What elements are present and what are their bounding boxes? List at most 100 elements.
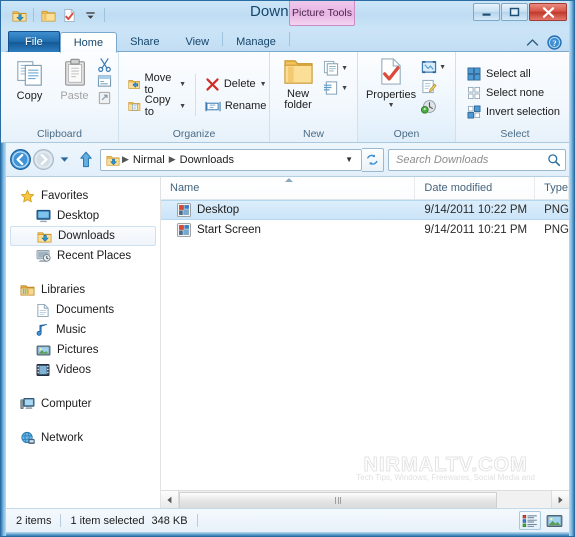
properties-label: Properties — [365, 89, 417, 101]
refresh-button[interactable] — [362, 147, 384, 172]
search-input[interactable]: Search Downloads — [396, 154, 547, 166]
delete-button[interactable]: Delete ▼ — [202, 73, 270, 95]
move-to-button[interactable]: Move to ▼ — [125, 72, 189, 96]
window-buttons — [473, 3, 567, 21]
column-headers: Name Date modified Type — [161, 177, 569, 200]
search-box[interactable]: Search Downloads — [388, 148, 566, 171]
sidebar-item-documents[interactable]: Documents — [6, 300, 160, 320]
easy-access-button[interactable]: ▼ — [320, 78, 351, 98]
close-button[interactable] — [529, 3, 567, 21]
paste-shortcut-button[interactable] — [97, 90, 112, 105]
paste-button[interactable]: Paste — [52, 55, 97, 102]
breadcrumb-separator-1[interactable]: ▶ — [121, 154, 130, 165]
window-bottom-edge — [1, 532, 574, 536]
edit-icon — [422, 79, 437, 94]
organize-divider — [195, 74, 196, 116]
large-icons-view-button[interactable] — [543, 511, 565, 530]
sidebar-item-recent-places[interactable]: Recent Places — [6, 246, 160, 266]
column-header-name-label: Name — [170, 182, 200, 194]
help-icon[interactable]: ? — [547, 35, 562, 50]
sidebar-item-pictures[interactable]: Pictures — [6, 340, 160, 360]
qat-properties-icon[interactable] — [60, 6, 78, 24]
file-list[interactable]: Desktop 9/14/2011 10:22 PM PNG Start Scr… — [161, 200, 569, 490]
tab-home[interactable]: Home — [59, 32, 118, 53]
view-buttons — [519, 511, 565, 530]
tab-view[interactable]: View — [172, 31, 222, 52]
properties-icon — [380, 58, 401, 85]
breadcrumb-downloads[interactable]: Downloads — [177, 154, 237, 166]
file-list-pane: Name Date modified Type Desktop 9/14/201… — [161, 177, 569, 509]
navpane-header-favorites[interactable]: Favorites — [6, 186, 160, 206]
up-button[interactable] — [76, 147, 96, 172]
sidebar-item-downloads[interactable]: Downloads — [10, 226, 156, 246]
copy-to-button[interactable]: Copy to ▼ — [125, 94, 189, 118]
column-header-type[interactable]: Type — [535, 177, 569, 199]
qat-folder-icon[interactable] — [39, 6, 57, 24]
new-folder-button[interactable]: New folder — [276, 55, 320, 111]
recent-locations-button[interactable] — [60, 156, 72, 163]
breadcrumb-nirmal[interactable]: Nirmal — [130, 154, 168, 166]
table-row[interactable]: Desktop 9/14/2011 10:22 PM PNG — [161, 200, 569, 220]
delete-caret-icon[interactable]: ▼ — [260, 81, 267, 88]
back-button[interactable] — [8, 147, 33, 172]
restore-button[interactable] — [501, 3, 528, 21]
table-row[interactable]: Start Screen 9/14/2011 10:21 PM PNG — [161, 220, 569, 240]
invert-selection-label: Invert selection — [486, 106, 560, 118]
properties-button[interactable]: Properties ▼ — [364, 55, 418, 109]
new-item-caret-icon[interactable]: ▼ — [341, 65, 348, 72]
sidebar-item-videos[interactable]: Videos — [6, 360, 160, 380]
qat-customize-icon[interactable] — [81, 6, 99, 24]
column-header-name[interactable]: Name — [161, 177, 416, 199]
rename-button[interactable]: Rename — [202, 95, 270, 117]
history-button[interactable] — [418, 96, 449, 115]
details-view-button[interactable] — [519, 511, 541, 530]
navpane-header-libraries[interactable]: Libraries — [6, 280, 160, 300]
status-bar: 2 items 1 item selected 348 KB — [6, 508, 569, 532]
easy-access-caret-icon[interactable]: ▼ — [341, 85, 348, 92]
sidebar-item-desktop[interactable]: Desktop — [6, 206, 160, 226]
new-item-button[interactable]: ▼ — [320, 58, 351, 78]
open-caret-icon[interactable]: ▼ — [439, 64, 446, 71]
cut-button[interactable] — [97, 57, 112, 72]
invert-selection-button[interactable]: Invert selection — [465, 103, 560, 122]
column-header-date-modified[interactable]: Date modified — [415, 177, 536, 199]
move-to-caret-icon[interactable]: ▼ — [179, 81, 186, 88]
copy-button[interactable]: Copy — [7, 55, 52, 102]
sidebar-label-documents: Documents — [56, 304, 115, 316]
sidebar-item-network[interactable]: Network — [6, 428, 160, 448]
computer-icon — [20, 397, 35, 411]
qat-downloads-folder-icon[interactable] — [10, 6, 28, 24]
tab-manage[interactable]: Manage — [223, 31, 289, 52]
horizontal-scrollbar[interactable] — [161, 490, 569, 509]
scroll-right-button[interactable] — [551, 491, 569, 508]
scrollbar-track[interactable] — [179, 491, 551, 509]
tab-share[interactable]: Share — [117, 31, 172, 52]
copy-path-button[interactable] — [97, 74, 112, 88]
music-icon — [36, 323, 50, 338]
scrollbar-grip-icon — [335, 497, 342, 504]
breadcrumb-bar[interactable]: ▶ Nirmal ▶ Downloads ▼ — [100, 148, 362, 171]
scroll-left-button[interactable] — [161, 491, 179, 508]
open-button[interactable]: ▼ — [418, 58, 449, 77]
sidebar-item-music[interactable]: Music — [6, 320, 160, 340]
search-icon[interactable] — [547, 153, 561, 167]
ribbon-group-clipboard: Copy Paste Clipboard — [1, 52, 118, 142]
breadcrumb-separator-2[interactable]: ▶ — [168, 154, 177, 165]
navpane-gap-1 — [6, 266, 160, 280]
properties-caret-icon[interactable]: ▼ — [388, 102, 395, 109]
edit-button[interactable] — [418, 77, 449, 96]
select-all-button[interactable]: Select all — [465, 65, 531, 84]
minimize-button[interactable] — [473, 3, 500, 21]
forward-button[interactable] — [31, 147, 56, 172]
sidebar-item-computer[interactable]: Computer — [6, 394, 160, 414]
cut-icon — [98, 58, 111, 72]
navigation-pane: Favorites Desktop Downloads Recent Place… — [6, 177, 161, 508]
move-to-label: Move to — [144, 72, 172, 96]
select-none-button[interactable]: Select none — [465, 84, 544, 103]
tab-file[interactable]: File — [8, 31, 60, 52]
breadcrumb-dropdown-icon[interactable]: ▼ — [339, 155, 359, 164]
libraries-icon — [20, 283, 35, 297]
copy-to-caret-icon[interactable]: ▼ — [179, 103, 186, 110]
scrollbar-thumb[interactable] — [179, 492, 498, 509]
collapse-ribbon-icon[interactable] — [526, 38, 539, 47]
